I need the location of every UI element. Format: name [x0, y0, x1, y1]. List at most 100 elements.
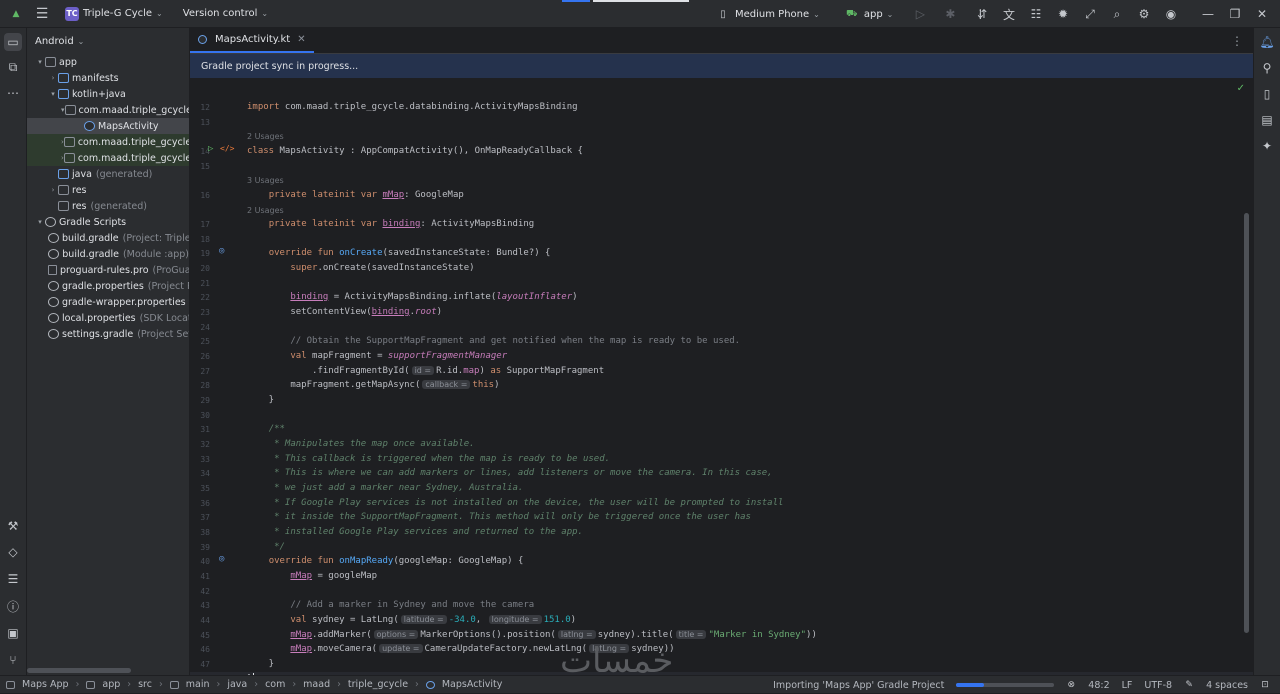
device-manager-icon[interactable]: ▯	[1259, 86, 1275, 102]
expand-down-icon[interactable]: ▾	[35, 218, 45, 226]
tree-item[interactable]: MapsActivity	[27, 118, 189, 134]
line-number[interactable]: 46	[190, 645, 214, 654]
terminal-icon[interactable]: ▣	[5, 625, 21, 641]
expand-down-icon[interactable]: ▾	[61, 106, 65, 114]
project-folder-icon[interactable]: ▭	[4, 33, 22, 51]
line-number[interactable]: 16	[190, 191, 214, 200]
line-number[interactable]: 12	[190, 103, 214, 112]
line-number[interactable]: 34	[190, 469, 214, 478]
line-number[interactable]: 24	[190, 323, 214, 332]
more-icon[interactable]: ⋯	[5, 85, 21, 101]
line-number[interactable]: 32	[190, 440, 214, 449]
file-encoding[interactable]: UTF-8	[1144, 680, 1172, 691]
line-number[interactable]: 15	[190, 162, 214, 171]
bug-report-icon[interactable]: ✹	[1055, 6, 1071, 22]
line-number[interactable]: 41	[190, 572, 214, 581]
ai-sparkle-icon[interactable]: ✦	[1259, 138, 1275, 154]
tree-item[interactable]: ›com.maad.triple_gcycle(test)	[27, 150, 189, 166]
more-vertical-icon[interactable]: ⋮	[1231, 34, 1243, 48]
run-gutter-icon[interactable]: ▷	[208, 144, 213, 154]
run-icon[interactable]: ▷	[912, 6, 928, 22]
line-number[interactable]: 37	[190, 513, 214, 522]
no-problems-check-icon[interactable]: ✓	[1237, 83, 1245, 94]
layout-inspector-icon[interactable]: ☷	[1028, 6, 1044, 22]
tree-item[interactable]: settings.gradle(Project Settings)	[27, 326, 189, 342]
tree-item[interactable]: proguard-rules.pro(ProGuard Rules for ":…	[27, 262, 189, 278]
breadcrumb-item[interactable]: maad	[303, 679, 330, 690]
line-separator[interactable]: LF	[1122, 680, 1133, 691]
usages-hint[interactable]: 3 Usages	[247, 176, 284, 185]
build-icon[interactable]: ⚒	[5, 518, 21, 534]
breadcrumb-item[interactable]: java	[227, 679, 247, 690]
caret-position[interactable]: 48:2	[1088, 680, 1109, 691]
line-number[interactable]: 20	[190, 264, 214, 273]
line-number[interactable]: 35	[190, 484, 214, 493]
tree-item[interactable]: ›res	[27, 182, 189, 198]
logcat-icon[interactable]: ☰	[5, 571, 21, 587]
breadcrumb-item[interactable]: triple_gcycle	[348, 679, 408, 690]
notifications-icon[interactable]: 🔔︎	[1259, 34, 1275, 50]
line-number[interactable]: 21	[190, 279, 214, 288]
close-window-icon[interactable]: ✕	[1254, 6, 1270, 22]
line-number[interactable]: 30	[190, 411, 214, 420]
line-number[interactable]: 33	[190, 455, 214, 464]
expand-right-icon[interactable]: ›	[48, 186, 58, 194]
tree-item[interactable]: ▾kotlin+java	[27, 86, 189, 102]
device-selector[interactable]: ▯ Medium Phone ⌄	[710, 3, 825, 25]
line-number[interactable]: 38	[190, 528, 214, 537]
line-number[interactable]: 43	[190, 601, 214, 610]
sync-project-icon[interactable]: ⇵	[974, 6, 990, 22]
line-number[interactable]: 23	[190, 308, 214, 317]
breadcrumb-item[interactable]: app	[102, 679, 120, 690]
expand-down-icon[interactable]: ▾	[48, 90, 58, 98]
line-number[interactable]: 13	[190, 118, 214, 127]
lock-icon[interactable]: ⊡	[1260, 677, 1270, 693]
line-number[interactable]: 25	[190, 337, 214, 346]
expand-down-icon[interactable]: ▾	[35, 58, 45, 66]
usages-hint[interactable]: 2 Usages	[247, 132, 284, 141]
code-editor[interactable]: 2 Usages3 Usages2 Usages12import com.maa…	[190, 71, 1253, 675]
tree-item[interactable]: ▾com.maad.triple_gcycle	[27, 102, 189, 118]
tree-item[interactable]: ›com.maad.triple_gcycle(androidTest)	[27, 134, 189, 150]
restore-icon[interactable]: ❐	[1227, 6, 1243, 22]
project-selector[interactable]: TC Triple-G Cycle ⌄	[60, 4, 168, 24]
line-number[interactable]: 36	[190, 499, 214, 508]
line-number[interactable]: 29	[190, 396, 214, 405]
tree-item[interactable]: gradle.properties(Project Properties)	[27, 278, 189, 294]
gemini-icon[interactable]: ⚲	[1259, 60, 1275, 76]
line-number[interactable]: 44	[190, 616, 214, 625]
breadcrumb-item[interactable]: com	[265, 679, 285, 690]
indent-setting[interactable]: 4 spaces	[1206, 680, 1248, 691]
line-number[interactable]: 42	[190, 587, 214, 596]
minimize-icon[interactable]: —	[1200, 6, 1216, 22]
line-number[interactable]: 40	[190, 557, 214, 566]
code-tag-icon[interactable]: </>	[220, 144, 234, 153]
problems-icon[interactable]: ⓘ	[5, 598, 21, 614]
line-number[interactable]: 18	[190, 235, 214, 244]
main-menu-icon[interactable]: ☰	[34, 6, 50, 22]
tree-item[interactable]: build.gradle(Module :app)	[27, 246, 189, 262]
run-config-selector[interactable]: ⛟ app ⌄	[839, 3, 899, 25]
tree-item[interactable]: res(generated)	[27, 198, 189, 214]
debug-icon[interactable]: ✱	[942, 6, 958, 22]
tree-item[interactable]: ▾Gradle Scripts	[27, 214, 189, 230]
line-number[interactable]: 31	[190, 425, 214, 434]
line-number[interactable]: 39	[190, 543, 214, 552]
usages-hint[interactable]: 2 Usages	[247, 206, 284, 215]
git-icon[interactable]: ⑂	[5, 652, 21, 668]
tree-item[interactable]: java(generated)	[27, 166, 189, 182]
tree-item[interactable]: local.properties(SDK Location)	[27, 310, 189, 326]
line-number[interactable]: 19	[190, 249, 214, 258]
tree-item[interactable]: ▾app	[27, 54, 189, 70]
breadcrumb-item[interactable]: main	[186, 679, 210, 690]
line-number[interactable]: 28	[190, 381, 214, 390]
breadcrumb-item[interactable]: MapsActivity	[442, 679, 503, 690]
account-icon[interactable]: ◉	[1163, 6, 1179, 22]
structure-icon[interactable]: ⧉	[5, 59, 21, 75]
project-horizontal-scrollbar[interactable]	[27, 668, 131, 673]
tree-item[interactable]: ›manifests	[27, 70, 189, 86]
vcs-selector[interactable]: Version control ⌄	[178, 5, 273, 22]
tree-item[interactable]: gradle-wrapper.properties(Gradle Version…	[27, 294, 189, 310]
cancel-task-icon[interactable]: ⊗	[1066, 677, 1076, 693]
project-view-selector[interactable]: Android ⌄	[27, 28, 189, 54]
